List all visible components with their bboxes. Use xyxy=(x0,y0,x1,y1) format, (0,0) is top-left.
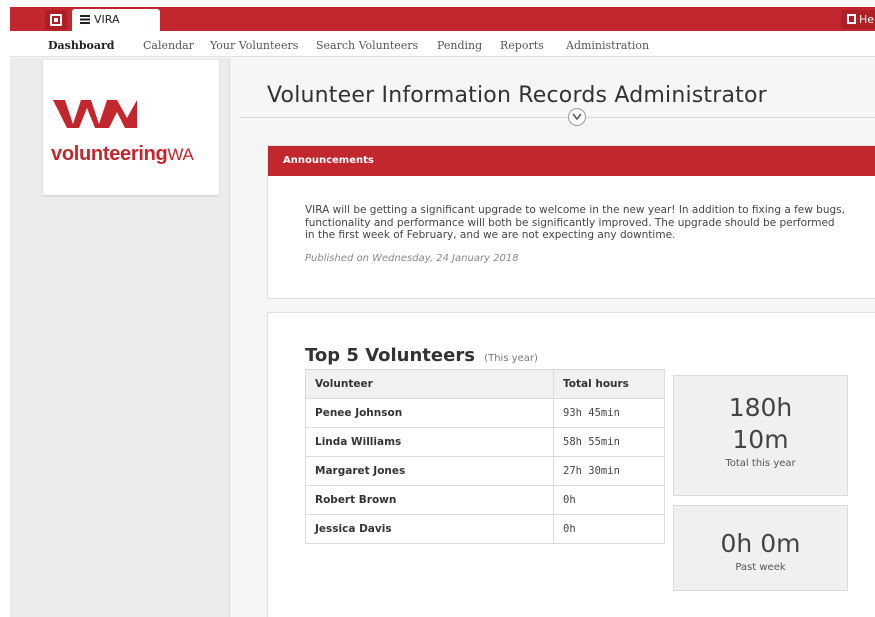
title-divider xyxy=(240,117,875,118)
nav-administration[interactable]: Administration xyxy=(566,39,649,52)
tab-vira[interactable]: VIRA xyxy=(72,9,160,31)
announcement-date: Published on Wednesday, 24 January 2018 xyxy=(305,253,519,264)
week-label: Past week xyxy=(735,562,786,573)
top-bar: VIRA Help xyxy=(10,7,875,31)
volunteer-name[interactable]: Penee Johnson xyxy=(305,398,554,428)
volunteer-hours: 58h 55min xyxy=(553,427,665,457)
past-week-card: 0h 0m Past week xyxy=(673,505,848,591)
logo-wordmark: volunteeringWA xyxy=(51,143,194,166)
volunteer-name[interactable]: Robert Brown xyxy=(305,485,554,515)
sidebar: volunteeringWA xyxy=(10,58,230,617)
total-this-year-card: 180h 10m Total this year xyxy=(673,375,848,496)
help-icon xyxy=(847,14,856,24)
logo-suffix: WA xyxy=(167,145,194,164)
table-row[interactable]: Robert Brown 0h xyxy=(305,485,665,515)
tab-label: VIRA xyxy=(94,13,120,26)
announcement-text: VIRA will be getting a significant upgra… xyxy=(305,204,845,241)
window-icon xyxy=(50,14,62,26)
table-row[interactable]: Jessica Davis 0h xyxy=(305,514,665,544)
volunteer-name[interactable]: Margaret Jones xyxy=(305,456,554,486)
year-label: Total this year xyxy=(725,458,796,469)
nav-your-volunteers[interactable]: Your Volunteers xyxy=(210,39,298,52)
top-volunteers-title-text: Top 5 Volunteers xyxy=(305,345,475,366)
volunteer-hours: 93h 45min xyxy=(553,398,665,428)
top-volunteers-table: Volunteer Total hours Penee Johnson 93h … xyxy=(305,369,665,544)
table-row[interactable]: Linda Williams 58h 55min xyxy=(305,427,665,457)
help-label: Help xyxy=(859,13,875,26)
column-header-volunteer[interactable]: Volunteer xyxy=(305,369,554,399)
table-header-row: Volunteer Total hours xyxy=(305,369,665,399)
help-button[interactable]: Help xyxy=(841,10,875,29)
table-row[interactable]: Margaret Jones 27h 30min xyxy=(305,456,665,486)
top-volunteers-title: Top 5 Volunteers (This year) xyxy=(305,345,538,366)
year-minutes-value: 10m xyxy=(732,425,789,454)
announcements-heading: Announcements xyxy=(268,146,875,176)
week-value: 0h 0m xyxy=(720,529,801,558)
logo-mark-icon xyxy=(53,100,137,128)
volunteering-wa-logo[interactable]: volunteeringWA xyxy=(43,60,219,195)
collapse-header-button[interactable] xyxy=(568,108,586,126)
year-hours-value: 180h xyxy=(728,393,793,422)
logo-wordmark-text: volunteering xyxy=(51,143,168,165)
chevron-down-icon xyxy=(572,113,582,121)
nav-dashboard[interactable]: Dashboard xyxy=(48,39,115,52)
home-button[interactable] xyxy=(45,10,67,30)
volunteer-hours: 0h xyxy=(553,485,665,515)
table-row[interactable]: Penee Johnson 93h 45min xyxy=(305,398,665,428)
announcements-panel: Announcements VIRA will be getting a sig… xyxy=(267,145,875,299)
top-volunteers-panel: Top 5 Volunteers (This year) Volunteer T… xyxy=(267,312,875,617)
page-title: Volunteer Information Records Administra… xyxy=(267,83,767,108)
volunteer-name[interactable]: Jessica Davis xyxy=(305,514,554,544)
main-nav: Dashboard Calendar Your Volunteers Searc… xyxy=(10,31,875,57)
volunteer-hours: 27h 30min xyxy=(553,456,665,486)
nav-pending[interactable]: Pending xyxy=(437,39,482,52)
nav-calendar[interactable]: Calendar xyxy=(143,39,194,52)
top-volunteers-subtitle: (This year) xyxy=(484,353,538,364)
nav-reports[interactable]: Reports xyxy=(500,39,544,52)
volunteer-hours: 0h xyxy=(553,514,665,544)
column-header-total-hours[interactable]: Total hours xyxy=(553,369,665,399)
list-icon xyxy=(80,15,90,24)
volunteer-name[interactable]: Linda Williams xyxy=(305,427,554,457)
nav-search-volunteers[interactable]: Search Volunteers xyxy=(316,39,418,52)
vira-dashboard: VIRA Help Dashboard Calendar Your Volunt… xyxy=(10,7,875,617)
